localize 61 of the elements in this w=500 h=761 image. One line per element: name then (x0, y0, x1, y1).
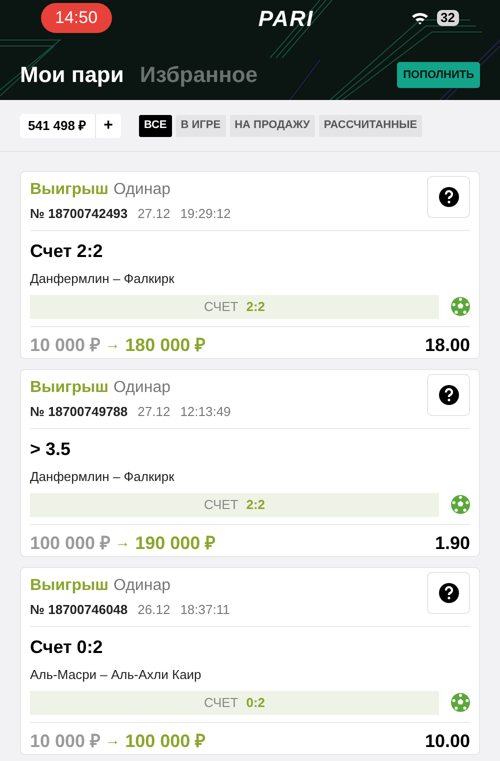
bet-number: № 18700749788 (30, 403, 128, 421)
bet-number: № 18700746048 (30, 601, 128, 619)
bet-result: Выигрыш (30, 576, 108, 596)
filter-tab[interactable]: В ИГРЕ (176, 114, 226, 136)
payout-amount: 190 000 ₽ (135, 532, 216, 554)
bet-time: 19:29:12 (180, 205, 231, 223)
help-button[interactable] (427, 374, 470, 416)
match-name: Аль-Масри – Аль-Ахли Каир (30, 666, 202, 682)
bet-date: 27.12 (138, 403, 170, 421)
soccer-ball-icon (451, 495, 470, 514)
header-tab[interactable]: Мои пари (20, 58, 124, 91)
help-button[interactable] (427, 572, 470, 614)
stake-amount: 100 000 ₽ (30, 532, 110, 554)
status-time: 14:50 (41, 3, 112, 33)
match-name: Данфермлин – Фалкирк (30, 270, 176, 286)
score-label: СЧЕТ (204, 298, 238, 316)
soccer-ball-icon (451, 693, 470, 712)
bet-outcome: > 3.5 (30, 438, 72, 460)
odds: 1.90 (434, 532, 470, 554)
bet-type: Одинар (114, 378, 170, 398)
bet-date: 26.12 (138, 601, 170, 619)
soccer-ball-icon (451, 297, 470, 316)
score-value: 2:2 (246, 298, 266, 316)
bet-result: Выигрыш (30, 180, 108, 200)
match-name: Данфермлин – Фалкирк (30, 468, 176, 484)
wifi-icon (410, 11, 429, 25)
stake-amount: 10 000 ₽ (30, 730, 100, 752)
bet-time: 18:37:11 (180, 601, 230, 619)
odds: 18.00 (424, 334, 470, 356)
bet-type: Одинар (114, 180, 170, 200)
odds: 10.00 (424, 730, 470, 752)
filter-tab[interactable]: ВСЕ (138, 114, 172, 136)
help-icon (438, 385, 458, 405)
score-value: 0:2 (246, 694, 266, 712)
add-funds-button[interactable]: + (94, 114, 121, 138)
balance-amount: 541 498 ₽ (27, 116, 88, 135)
bet-type: Одинар (114, 576, 170, 596)
bet-outcome: Счет 0:2 (30, 636, 104, 658)
score-label: СЧЕТ (204, 496, 238, 514)
arrow: → (115, 532, 130, 552)
top-up-button[interactable]: ПОПОЛНИТЬ (397, 62, 480, 88)
stake-amount: 10 000 ₽ (30, 334, 100, 356)
bet-number: № 18700742493 (30, 205, 128, 223)
bet-time: 12:13:49 (180, 403, 231, 421)
bet-outcome: Счет 2:2 (30, 240, 104, 262)
header-tab[interactable]: Избранное (140, 58, 258, 91)
logo: PARI (258, 4, 314, 32)
payout-amount: 100 000 ₽ (125, 730, 206, 752)
help-icon (438, 583, 458, 603)
bet-result: Выигрыш (30, 378, 108, 398)
help-button[interactable] (427, 176, 470, 218)
help-icon (438, 187, 458, 207)
filter-tab[interactable]: РАССЧИТАННЫЕ (318, 114, 422, 136)
arrow: → (105, 334, 120, 354)
score-value: 2:2 (246, 496, 266, 514)
payout-amount: 180 000 ₽ (125, 334, 206, 356)
battery-level: 32 (436, 10, 459, 26)
score-label: СЧЕТ (204, 694, 238, 712)
arrow: → (105, 730, 120, 750)
filter-tab[interactable]: НА ПРОДАЖУ (230, 114, 315, 136)
bet-date: 27.12 (138, 205, 170, 223)
